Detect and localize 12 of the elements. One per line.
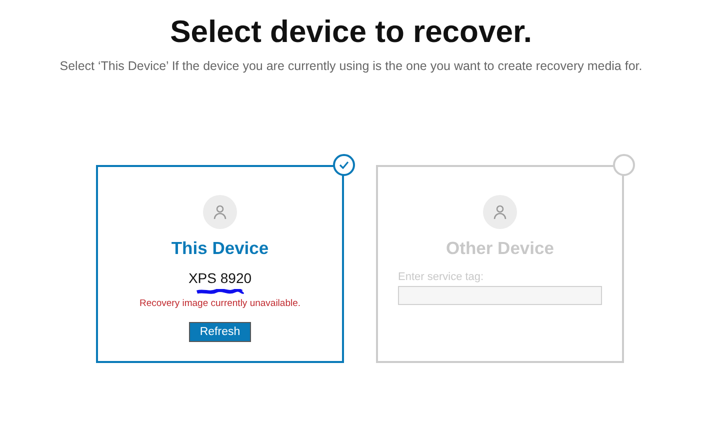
refresh-button[interactable]: Refresh <box>188 322 252 342</box>
device-model: XPS 8920 <box>188 270 252 286</box>
page-title: Select device to recover. <box>170 14 532 50</box>
redaction-scribble <box>196 289 244 296</box>
error-message: Recovery image currently unavailable. <box>139 298 301 309</box>
person-icon <box>213 204 227 220</box>
card-title: This Device <box>171 238 269 259</box>
device-card[interactable]: This Device XPS 8920 Recovery image currently unavailable. Refresh <box>96 165 344 363</box>
check-icon[interactable] <box>333 154 355 176</box>
page-subtitle: Select ‘This Device’ If the device you are currently using is the one you want to create recovery media for. <box>60 59 642 73</box>
person-icon <box>493 204 507 220</box>
radio-circle[interactable] <box>613 154 635 176</box>
